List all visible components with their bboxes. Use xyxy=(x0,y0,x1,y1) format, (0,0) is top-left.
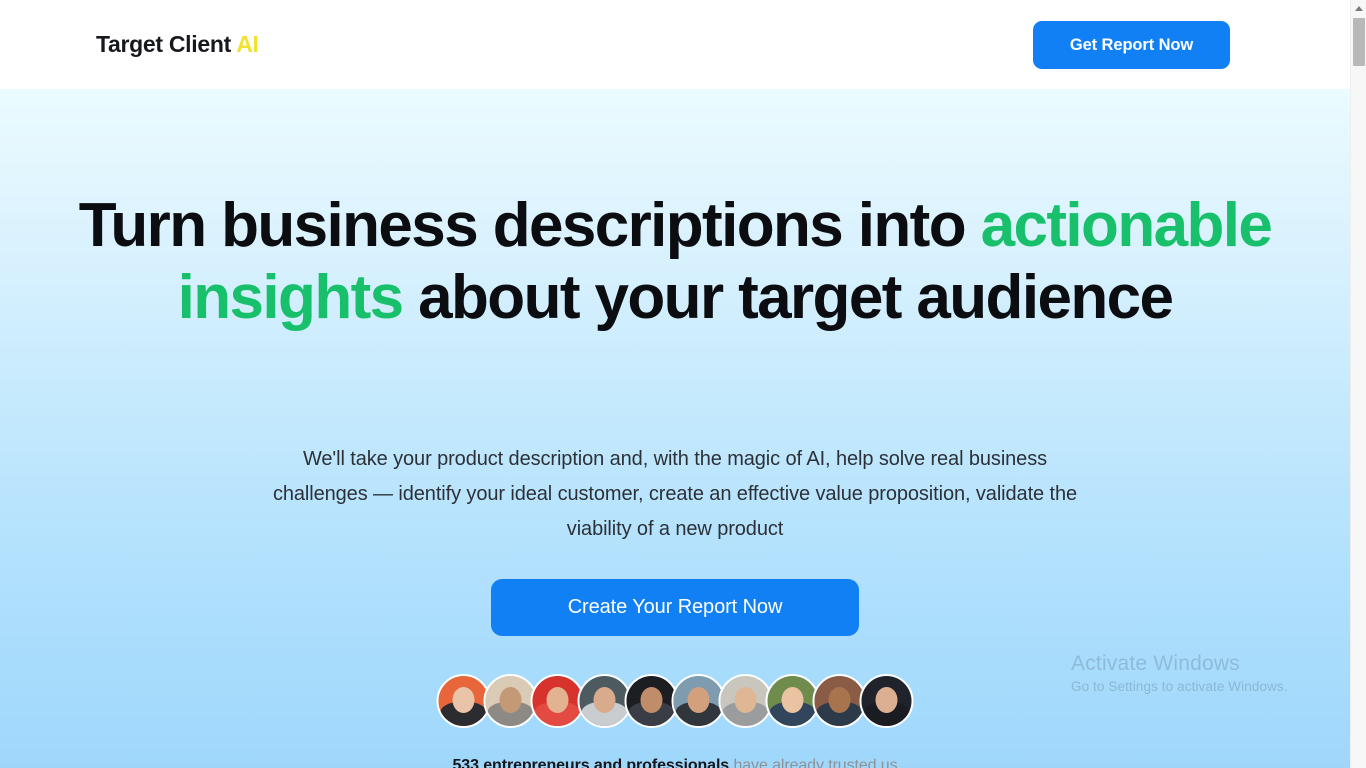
avatar-head xyxy=(499,687,522,713)
avatar-photo xyxy=(814,676,865,726)
brand-name-accent: AI xyxy=(236,31,259,57)
brand-name: Target Client xyxy=(96,31,237,57)
avatar-photo xyxy=(485,676,536,726)
create-report-button[interactable]: Create Your Report Now xyxy=(491,579,859,636)
avatar xyxy=(483,674,538,728)
trust-count: 533 entrepreneurs and professionals xyxy=(452,757,730,768)
scroll-up-arrow-icon[interactable] xyxy=(1351,0,1366,16)
hero-section: Turn business descriptions into actionab… xyxy=(0,89,1350,768)
scrollbar-thumb[interactable] xyxy=(1353,18,1365,66)
hero-subheading: We'll take your product description and,… xyxy=(272,448,1078,540)
avatar xyxy=(718,674,773,728)
chevron-up-icon xyxy=(1355,5,1363,11)
avatar xyxy=(577,674,632,728)
windows-activation-watermark: Activate Windows Go to Settings to activ… xyxy=(1071,651,1288,697)
page-title: Turn business descriptions into actionab… xyxy=(0,190,1350,334)
avatar-head xyxy=(828,687,851,713)
avatar-photo xyxy=(532,676,583,726)
watermark-subtitle: Go to Settings to activate Windows. xyxy=(1071,679,1288,694)
watermark-title: Activate Windows xyxy=(1071,652,1240,675)
hero-inner: Turn business descriptions into actionab… xyxy=(0,89,1350,768)
page-content: Target Client AI Get Report Now Turn bus… xyxy=(0,0,1350,768)
avatar-head xyxy=(781,687,804,713)
trust-rest: have already trusted us xyxy=(729,757,898,768)
avatar-photo xyxy=(720,676,771,726)
avatar-photo xyxy=(861,676,912,726)
avatar xyxy=(436,674,491,728)
avatar xyxy=(812,674,867,728)
avatar-head xyxy=(875,687,898,713)
avatar-photo xyxy=(626,676,677,726)
avatar-photo xyxy=(673,676,724,726)
avatar-head xyxy=(593,687,616,713)
headline-part-1: Turn business descriptions into xyxy=(78,191,981,260)
avatar-group xyxy=(436,674,914,728)
site-header: Target Client AI Get Report Now xyxy=(0,0,1350,89)
avatar-head xyxy=(687,687,710,713)
avatar-head xyxy=(452,687,475,713)
header-get-report-button[interactable]: Get Report Now xyxy=(1033,21,1230,69)
avatar-head xyxy=(640,687,663,713)
avatar xyxy=(765,674,820,728)
avatar xyxy=(671,674,726,728)
vertical-scrollbar[interactable] xyxy=(1350,0,1366,768)
social-proof-text: 533 entrepreneurs and professionals have… xyxy=(0,757,1350,768)
avatar-photo xyxy=(579,676,630,726)
headline-part-2: about your target audience xyxy=(402,263,1174,332)
browser-viewport: Target Client AI Get Report Now Turn bus… xyxy=(0,0,1366,768)
brand-logo[interactable]: Target Client AI xyxy=(96,31,259,58)
avatar xyxy=(859,674,914,728)
avatar-photo xyxy=(767,676,818,726)
avatar-head xyxy=(546,687,569,713)
avatar xyxy=(530,674,585,728)
avatar xyxy=(624,674,679,728)
avatar-photo xyxy=(438,676,489,726)
avatar-head xyxy=(734,687,757,713)
